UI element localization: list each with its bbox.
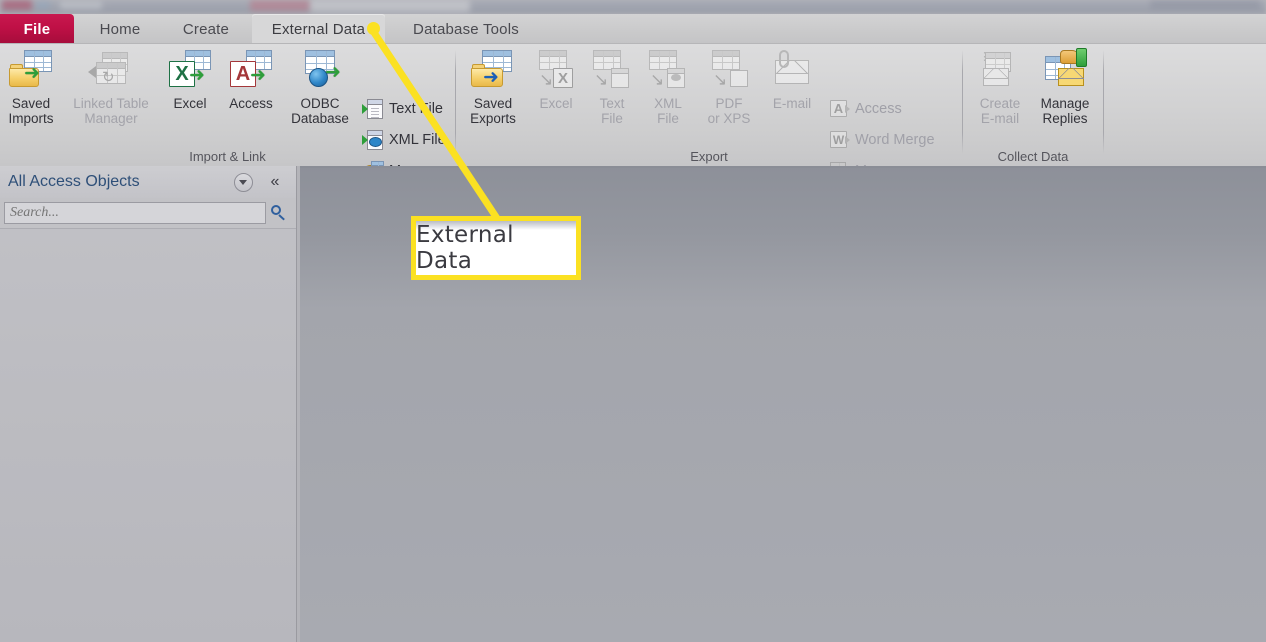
create-email-button[interactable]: ⋮ Create E-mail	[969, 48, 1031, 126]
saved-exports-label-line1: Saved	[473, 96, 513, 111]
navigation-pane-object-list[interactable]	[0, 228, 296, 642]
excel-import-label: Excel	[173, 96, 207, 111]
manage-replies-button[interactable]: Manage Replies	[1031, 48, 1099, 126]
saved-imports-button[interactable]: ➜ Saved Imports	[2, 48, 60, 126]
title-bar-smudge	[36, 1, 50, 9]
tab-external-data[interactable]: External Data	[252, 14, 385, 45]
linked-table-manager-label-line1: Linked Table	[73, 96, 149, 111]
title-bar-smudge	[60, 1, 102, 9]
pdf-export-label-line2: or XPS	[707, 111, 751, 126]
email-export-button[interactable]: E-mail	[762, 48, 822, 111]
access-import-button[interactable]: A ➜ Access	[220, 48, 282, 111]
excel-export-button[interactable]: X ↘ Excel	[528, 48, 584, 111]
xml-export-button[interactable]: ↘ XML File	[642, 48, 694, 126]
odbc-database-button[interactable]: ➜ ODBC Database	[282, 48, 358, 126]
ribbon-group-import-link: ➜ Saved Imports ↻ Linked Table Manager X…	[0, 44, 455, 181]
canvas-top-border	[300, 166, 1266, 168]
pdf-export-button[interactable]: ↘ PDF or XPS	[698, 48, 760, 126]
ribbon: ➜ Saved Imports ↻ Linked Table Manager X…	[0, 44, 1266, 181]
tab-create[interactable]: Create	[166, 14, 246, 44]
title-bar-smudge	[310, 0, 470, 12]
ribbon-group-collect-data: ⋮ Create E-mail Manage Replies Collect D…	[963, 44, 1103, 166]
xml-file-icon	[362, 129, 384, 151]
ribbon-group-export: ➜ Saved Exports X ↘ Excel ↘ Text File ↘ …	[456, 44, 962, 179]
access-application-window: File Home Create External Data Database …	[0, 0, 1266, 642]
saved-exports-icon: ➜	[470, 48, 516, 94]
title-bar-smudge	[250, 0, 310, 11]
saved-exports-button[interactable]: ➜ Saved Exports	[462, 48, 524, 126]
chevron-down-icon	[233, 172, 253, 192]
access-export-label: Access	[855, 101, 902, 117]
title-bar-smudge	[2, 0, 32, 10]
email-export-label: E-mail	[772, 96, 812, 111]
text-file-icon	[362, 98, 384, 120]
word-merge-label: Word Merge	[855, 132, 935, 148]
pdf-export-label-line1: PDF	[715, 96, 743, 111]
manage-replies-label-line1: Manage	[1040, 96, 1090, 111]
access-small-icon: A	[828, 98, 850, 120]
tab-home[interactable]: Home	[82, 14, 158, 44]
ribbon-group-label-export: Export	[690, 149, 728, 164]
access-import-icon: A ➜	[228, 48, 274, 94]
access-import-label: Access	[229, 96, 273, 111]
text-export-label-line2: File	[601, 111, 623, 126]
saved-imports-icon: ➜	[8, 48, 54, 94]
create-email-icon: ⋮	[977, 48, 1023, 94]
xml-export-icon: ↘	[645, 48, 691, 94]
saved-imports-label-line1: Saved	[11, 96, 51, 111]
search-icon[interactable]	[271, 205, 287, 221]
word-merge-icon: W	[828, 129, 850, 151]
excel-export-label: Excel	[539, 96, 573, 111]
xml-export-label-line1: XML	[654, 96, 682, 111]
odbc-database-icon: ➜	[297, 48, 343, 94]
manage-replies-icon	[1042, 48, 1088, 94]
pdf-export-icon: ↘	[706, 48, 752, 94]
search-input[interactable]	[5, 203, 265, 223]
odbc-database-label-line1: ODBC	[300, 96, 340, 111]
linked-table-manager-label-line2: Manager	[84, 111, 138, 126]
ribbon-group-label-import-link: Import & Link	[189, 149, 266, 164]
excel-import-button[interactable]: X ➜ Excel	[162, 48, 218, 111]
text-export-icon: ↘	[589, 48, 635, 94]
ribbon-group-separator	[1103, 50, 1104, 154]
excel-export-icon: X ↘	[533, 48, 579, 94]
navigation-pane-collapse-button[interactable]: «	[264, 172, 286, 192]
navigation-pane-title: All Access Objects	[8, 173, 140, 190]
odbc-database-label-line2: Database	[291, 111, 349, 126]
create-email-label-line2: E-mail	[980, 111, 1020, 126]
navigation-pane-search-row	[0, 198, 296, 228]
navigation-pane: All Access Objects «	[0, 166, 297, 642]
saved-exports-label-line2: Exports	[470, 111, 516, 126]
text-export-label-line1: Text	[599, 96, 625, 111]
linked-table-manager-icon: ↻	[88, 48, 134, 94]
annotation-callout: External Data	[411, 216, 581, 280]
linked-table-manager-button[interactable]: ↻ Linked Table Manager	[62, 48, 160, 126]
text-export-button[interactable]: ↘ Text File	[586, 48, 638, 126]
work-area: All Access Objects «	[0, 166, 1266, 642]
ribbon-group-label-collect-data: Collect Data	[997, 149, 1069, 164]
window-title-bar	[0, 0, 1266, 14]
excel-import-icon: X ➜	[167, 48, 213, 94]
tab-file[interactable]: File	[0, 14, 74, 44]
navigation-pane-header[interactable]: All Access Objects «	[0, 166, 296, 199]
access-export-button[interactable]: A Access	[828, 96, 902, 122]
saved-imports-label-line2: Imports	[8, 111, 54, 126]
tab-database-tools[interactable]: Database Tools	[390, 14, 542, 44]
create-email-label-line1: Create	[979, 96, 1021, 111]
search-box[interactable]	[4, 202, 266, 224]
title-bar-smudge	[1150, 0, 1260, 9]
xml-export-label-line2: File	[657, 111, 679, 126]
annotation-callout-text: External Data	[416, 222, 514, 274]
navigation-pane-dropdown-button[interactable]	[232, 172, 254, 192]
email-icon	[769, 48, 815, 94]
manage-replies-label-line2: Replies	[1042, 111, 1088, 126]
double-chevron-left-icon: «	[270, 173, 280, 190]
ribbon-tab-strip: File Home Create External Data Database …	[0, 14, 1266, 45]
